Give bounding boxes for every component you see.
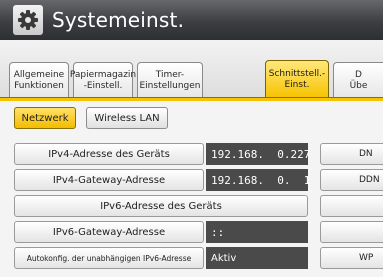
subtab-wireless-lan[interactable]: Wireless LAN [86, 107, 168, 129]
dns-button[interactable]: DN [320, 143, 383, 165]
window-title: Systemeinst. [52, 8, 185, 32]
ipv6-gateway-button[interactable]: IPv6-Gateway-Adresse [14, 221, 204, 243]
tab-paper-tray-settings[interactable]: Papiermagazin -Einstell. [70, 62, 136, 98]
subtab-network[interactable]: Netzwerk [14, 107, 76, 129]
tab-timer-settings[interactable]: Timer- Einstellungen [137, 62, 203, 98]
wps-button[interactable]: WP [320, 247, 383, 269]
tab-strip: Allgemeine Funktionen Papiermagazin -Ein… [0, 40, 383, 100]
ipv6-gateway-value: :: [206, 221, 308, 243]
tab-more[interactable]: D Übe [333, 62, 383, 98]
title-bar: Systemeinst. [0, 0, 383, 40]
ipv4-gateway-value: 192.168. 0. 1 [206, 169, 310, 191]
side-button-4[interactable] [320, 221, 383, 243]
tab-interface-settings[interactable]: Schnittstell.- Einst. [265, 60, 329, 98]
tab-general-functions[interactable]: Allgemeine Funktionen [9, 62, 69, 98]
ipv4-gateway-button[interactable]: IPv4-Gateway-Adresse [14, 169, 204, 191]
ddns-button[interactable]: DDN [320, 169, 383, 191]
ipv6-address-button[interactable]: IPv6-Adresse des Geräts [14, 195, 308, 217]
ipv6-autoconfig-button[interactable]: Autokonfig. der unabhängigen IPv6-Adress… [14, 247, 204, 269]
settings-panel: Netzwerk Wireless LAN IPv4-Adresse des G… [0, 101, 383, 277]
ipv4-address-button[interactable]: IPv4-Adresse des Geräts [14, 143, 204, 165]
ipv6-autoconfig-value: Aktiv [206, 247, 308, 269]
ipv4-address-value: 192.168. 0.227 [206, 143, 310, 165]
side-button-3[interactable] [320, 195, 383, 217]
settings-gear-icon [13, 5, 43, 35]
